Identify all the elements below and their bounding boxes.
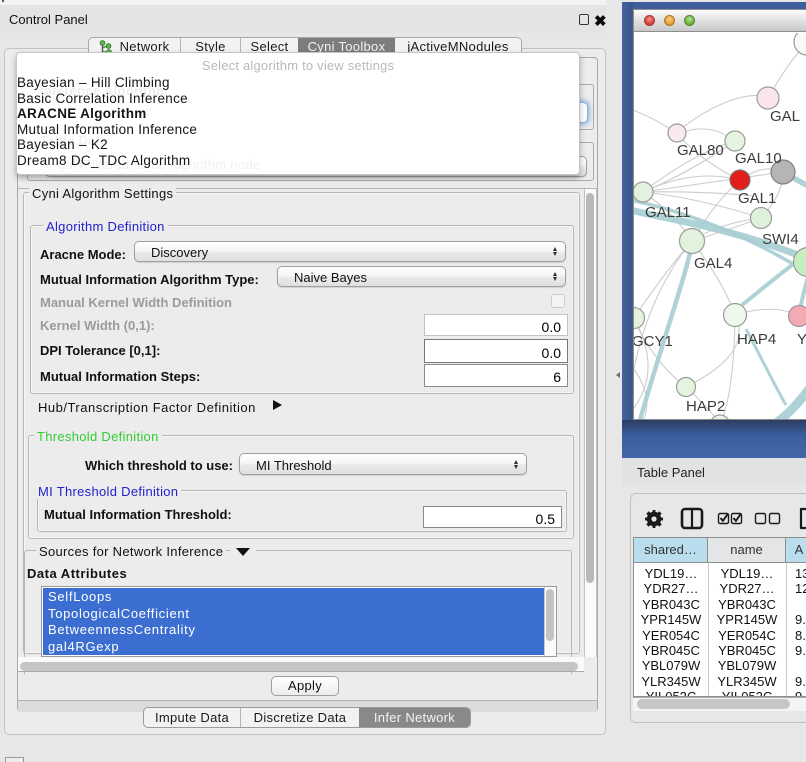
svg-text:GAL80: GAL80 [677, 142, 724, 159]
svg-text:GAL4: GAL4 [694, 255, 732, 272]
svg-text:GCY1: GCY1 [634, 333, 673, 350]
svg-text:SWI4: SWI4 [762, 231, 799, 248]
svg-text:HAP4: HAP4 [737, 331, 776, 348]
svg-text:GAL10: GAL10 [735, 150, 782, 167]
svg-text:GAL11: GAL11 [645, 204, 691, 221]
svg-text:Y: Y [797, 331, 806, 348]
svg-text:GAL: GAL [770, 108, 800, 125]
svg-text:GAL1: GAL1 [738, 190, 776, 207]
svg-text:HAP2: HAP2 [686, 398, 725, 415]
